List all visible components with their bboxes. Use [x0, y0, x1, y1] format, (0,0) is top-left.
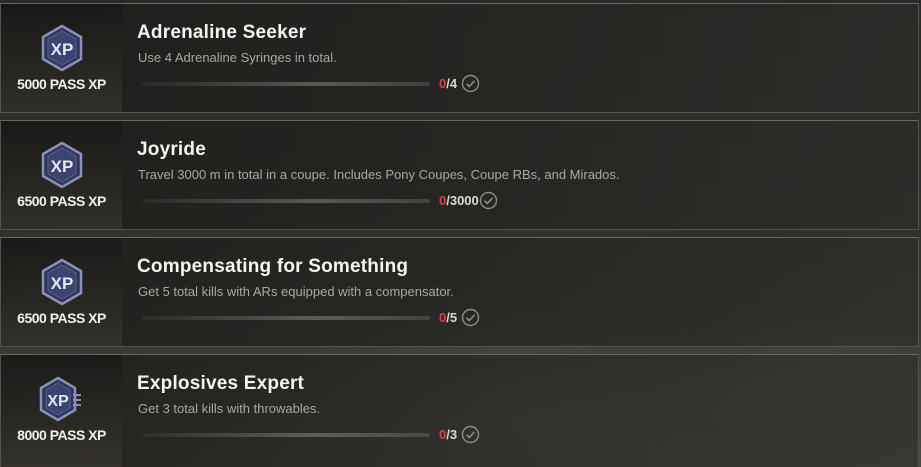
svg-text:XP: XP — [51, 274, 74, 293]
challenge-description: Get 3 total kills with throwables. — [138, 401, 321, 416]
challenge-title: Explosives Expert — [137, 373, 305, 394]
reward-amount: 5000 PASS XP — [17, 76, 106, 92]
progress-total: /3 — [446, 427, 458, 442]
challenge-title: Adrenaline Seeker — [137, 22, 307, 43]
reward-amount: 6500 PASS XP — [17, 310, 106, 326]
check-circle-icon — [479, 191, 498, 210]
challenge-card[interactable]: XP 6500 PASS XP Joyride Travel 3000 m in… — [0, 120, 919, 230]
challenge-title: Compensating for Something — [137, 256, 409, 277]
xp-badge-icon: XP — [41, 24, 83, 72]
progress-track — [142, 433, 430, 437]
xp-badge-icon: XP — [41, 141, 83, 189]
reward-panel: XP 5000 PASS XP — [1, 4, 122, 112]
challenge-list: XP 5000 PASS XP Adrenaline Seeker Use 4 … — [0, 0, 921, 467]
progress-track — [142, 199, 430, 203]
reward-panel: XP 8000 PASS XP — [1, 355, 122, 467]
svg-text:XP: XP — [47, 393, 69, 410]
reward-amount: 8000 PASS XP — [17, 427, 106, 443]
progress-counter: 0/5 — [439, 310, 457, 325]
challenge-title: Joyride — [137, 139, 206, 160]
reward-panel: XP 6500 PASS XP — [1, 238, 122, 346]
reward-panel: XP 6500 PASS XP — [1, 121, 122, 229]
xp-badge-icon: XP — [39, 376, 81, 422]
progress-total: /5 — [446, 310, 458, 325]
check-circle-icon — [461, 308, 480, 327]
progress-counter: 0/3 — [439, 427, 457, 442]
challenge-card[interactable]: XP 6500 PASS XP Compensating for Somethi… — [0, 237, 919, 347]
reward-amount: 6500 PASS XP — [17, 193, 106, 209]
challenge-description: Travel 3000 m in total in a coupe. Inclu… — [138, 167, 620, 182]
progress-counter: 0/3000 — [439, 193, 479, 208]
challenge-description: Use 4 Adrenaline Syringes in total. — [138, 50, 337, 65]
progress-total: /4 — [446, 76, 458, 91]
svg-text:XP: XP — [51, 157, 74, 176]
challenge-card[interactable]: XP 5000 PASS XP Adrenaline Seeker Use 4 … — [0, 3, 919, 113]
progress-counter: 0/4 — [439, 76, 457, 91]
progress-track — [142, 82, 430, 86]
challenge-card[interactable]: XP 8000 PASS XP Explosives Expert Get 3 … — [0, 354, 919, 467]
progress-total: /3000 — [446, 193, 479, 208]
xp-badge-icon: XP — [41, 258, 83, 306]
progress-track — [142, 316, 430, 320]
challenge-description: Get 5 total kills with ARs equipped with… — [138, 284, 454, 299]
check-circle-icon — [461, 74, 480, 93]
check-circle-icon — [461, 425, 480, 444]
svg-text:XP: XP — [51, 40, 74, 59]
